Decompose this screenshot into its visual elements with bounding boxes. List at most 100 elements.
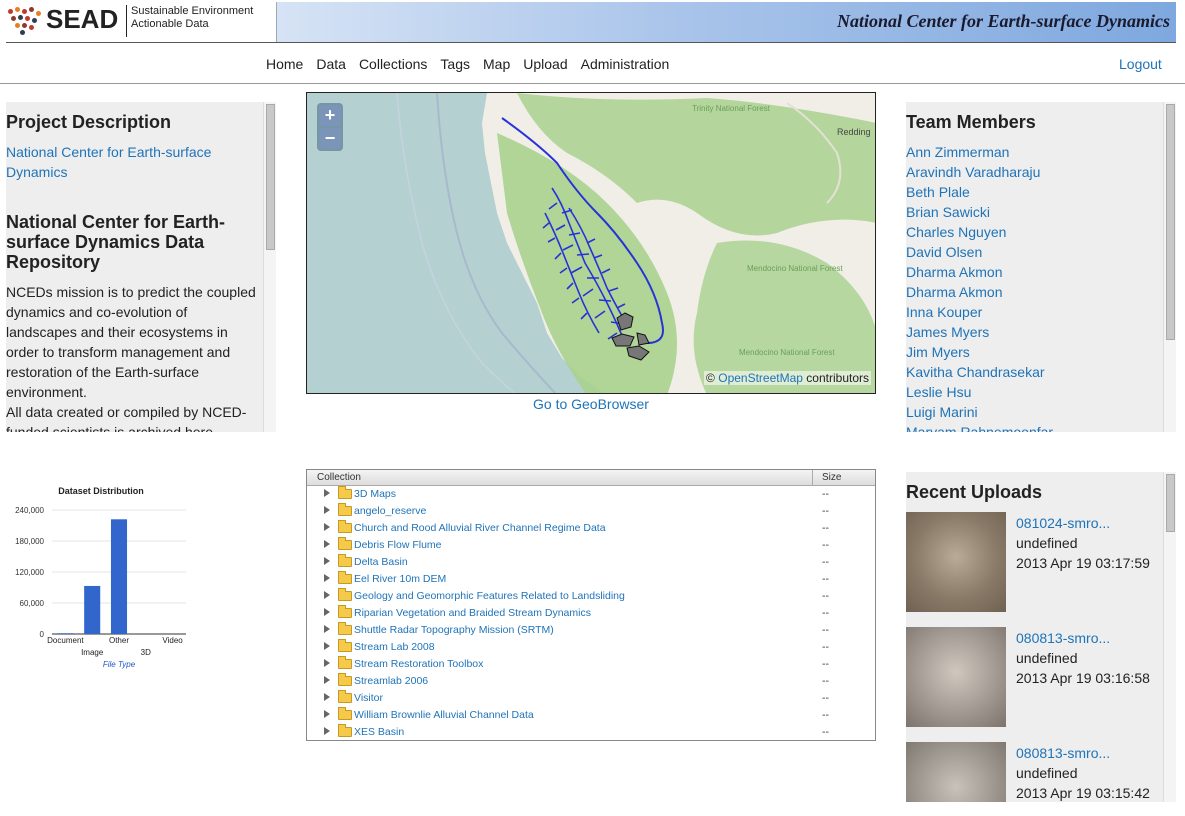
folder-icon (338, 639, 352, 652)
collection-link[interactable]: Riparian Vegetation and Braided Stream D… (354, 607, 591, 619)
expand-arrow-icon[interactable] (324, 574, 330, 582)
nav-tags[interactable]: Tags (440, 56, 470, 72)
table-row[interactable]: angelo_reserve -- (307, 503, 875, 520)
expand-arrow-icon[interactable] (324, 608, 330, 616)
team-member-link[interactable]: Brian Sawicki (906, 204, 990, 220)
upload-name-link[interactable]: 080813-smro... (1016, 745, 1110, 761)
team-member-link[interactable]: Jim Myers (906, 344, 970, 360)
table-row[interactable]: Riparian Vegetation and Braided Stream D… (307, 605, 875, 622)
recent-uploads-panel: Recent Uploads 081024-smro... undefined 20… (906, 472, 1176, 802)
expand-arrow-icon[interactable] (324, 489, 330, 497)
collection-link[interactable]: Shuttle Radar Topography Mission (SRTM) (354, 624, 554, 636)
expand-arrow-icon[interactable] (324, 557, 330, 565)
recent-scrollbar[interactable] (1163, 472, 1176, 802)
expand-arrow-icon[interactable] (324, 676, 330, 684)
recent-uploads-heading: Recent Uploads (906, 482, 1043, 502)
upload-thumbnail[interactable] (906, 627, 1006, 727)
table-row[interactable]: Shuttle Radar Topography Mission (SRTM) -… (307, 622, 875, 639)
collection-link[interactable]: William Brownlie Alluvial Channel Data (354, 709, 534, 721)
team-member-link[interactable]: James Myers (906, 324, 989, 340)
table-row[interactable]: Visitor -- (307, 690, 875, 707)
collection-link[interactable]: Church and Rood Alluvial River Channel R… (354, 522, 606, 534)
nav-map[interactable]: Map (483, 56, 510, 72)
collection-link[interactable]: Debris Flow Flume (354, 539, 442, 551)
collection-size: -- (822, 590, 829, 602)
collection-link[interactable]: Stream Restoration Toolbox (354, 658, 483, 670)
table-row[interactable]: Stream Lab 2008 -- (307, 639, 875, 656)
table-row[interactable]: Geology and Geomorphic Features Related … (307, 588, 875, 605)
team-member-link[interactable]: Aravindh Varadharaju (906, 164, 1040, 180)
nav-data[interactable]: Data (316, 56, 346, 72)
collection-link[interactable]: Streamlab 2006 (354, 675, 428, 687)
expand-arrow-icon[interactable] (324, 727, 330, 735)
collection-link[interactable]: Stream Lab 2008 (354, 641, 435, 653)
table-row[interactable]: Debris Flow Flume -- (307, 537, 875, 554)
nav-upload[interactable]: Upload (523, 56, 567, 72)
team-member-link[interactable]: Dharma Akmon (906, 284, 1002, 300)
collection-link[interactable]: Geology and Geomorphic Features Related … (354, 590, 625, 602)
team-member-link[interactable]: Inna Kouper (906, 304, 982, 320)
collection-link[interactable]: angelo_reserve (354, 505, 426, 517)
column-size[interactable]: Size (822, 472, 841, 483)
project-link[interactable]: National Center for Earth-surface Dynami… (6, 142, 236, 182)
team-member-link[interactable]: David Olsen (906, 244, 982, 260)
team-member-link[interactable]: Leslie Hsu (906, 384, 971, 400)
collection-size: -- (822, 709, 829, 721)
nav-administration[interactable]: Administration (581, 56, 670, 72)
table-row[interactable]: Streamlab 2006 -- (307, 673, 875, 690)
nav-collections[interactable]: Collections (359, 56, 427, 72)
map-label-trinity: Trinity National Forest (692, 104, 771, 113)
expand-arrow-icon[interactable] (324, 625, 330, 633)
expand-arrow-icon[interactable] (324, 506, 330, 514)
project-scrollbar[interactable] (263, 102, 276, 432)
team-scrollbar[interactable] (1163, 102, 1176, 432)
table-row[interactable]: Stream Restoration Toolbox -- (307, 656, 875, 673)
team-member-link[interactable]: Luigi Marini (906, 404, 978, 420)
table-row[interactable]: William Brownlie Alluvial Channel Data -- (307, 707, 875, 724)
logout-link[interactable]: Logout (1119, 56, 1162, 72)
table-row[interactable]: Eel River 10m DEM -- (307, 571, 875, 588)
sead-logo[interactable]: SEAD Sustainable Environment Actionable … (6, 2, 274, 42)
upload-thumbnail[interactable] (906, 512, 1006, 612)
upload-name-link[interactable]: 080813-smro... (1016, 630, 1110, 646)
x-tick-label: Video (162, 636, 183, 645)
project-scroll-thumb[interactable] (266, 104, 275, 250)
team-member-link[interactable]: Dharma Akmon (906, 264, 1002, 280)
collection-link[interactable]: XES Basin (354, 726, 404, 738)
nav-home[interactable]: Home (266, 56, 303, 72)
map-view[interactable]: Trinity National Forest Redding Mendocin… (306, 92, 876, 394)
expand-arrow-icon[interactable] (324, 710, 330, 718)
collection-link[interactable]: Delta Basin (354, 556, 408, 568)
team-member-link[interactable]: Ann Zimmerman (906, 144, 1009, 160)
team-scroll-thumb[interactable] (1166, 104, 1175, 340)
map-label-redding: Redding (837, 127, 871, 137)
x-tick-label: Other (109, 636, 129, 645)
table-row[interactable]: 3D Maps -- (307, 486, 875, 503)
upload-thumbnail[interactable] (906, 742, 1006, 802)
collection-link[interactable]: Visitor (354, 692, 383, 704)
table-row[interactable]: Delta Basin -- (307, 554, 875, 571)
geobrowser-link[interactable]: Go to GeoBrowser (533, 396, 649, 412)
column-collection[interactable]: Collection (317, 472, 361, 483)
openstreetmap-link[interactable]: OpenStreetMap (718, 371, 803, 385)
expand-arrow-icon[interactable] (324, 523, 330, 531)
recent-scroll-thumb[interactable] (1166, 474, 1175, 532)
expand-arrow-icon[interactable] (324, 693, 330, 701)
expand-arrow-icon[interactable] (324, 642, 330, 650)
zoom-in-button[interactable]: + (319, 105, 341, 126)
upload-timestamp: 2013 Apr 19 03:17:59 (1016, 555, 1150, 571)
table-row[interactable]: Church and Rood Alluvial River Channel R… (307, 520, 875, 537)
collection-size: -- (822, 505, 829, 517)
upload-name-link[interactable]: 081024-smro... (1016, 515, 1110, 531)
collection-link[interactable]: Eel River 10m DEM (354, 573, 446, 585)
team-member-link[interactable]: Kavitha Chandrasekar (906, 364, 1045, 380)
collection-link[interactable]: 3D Maps (354, 488, 396, 500)
table-row[interactable]: XES Basin -- (307, 724, 875, 741)
team-member-link[interactable]: Maryam Rahnemoonfar (906, 424, 1053, 432)
team-member-link[interactable]: Beth Plale (906, 184, 970, 200)
zoom-out-button[interactable]: − (319, 128, 341, 149)
expand-arrow-icon[interactable] (324, 540, 330, 548)
team-member-link[interactable]: Charles Nguyen (906, 224, 1006, 240)
expand-arrow-icon[interactable] (324, 591, 330, 599)
expand-arrow-icon[interactable] (324, 659, 330, 667)
